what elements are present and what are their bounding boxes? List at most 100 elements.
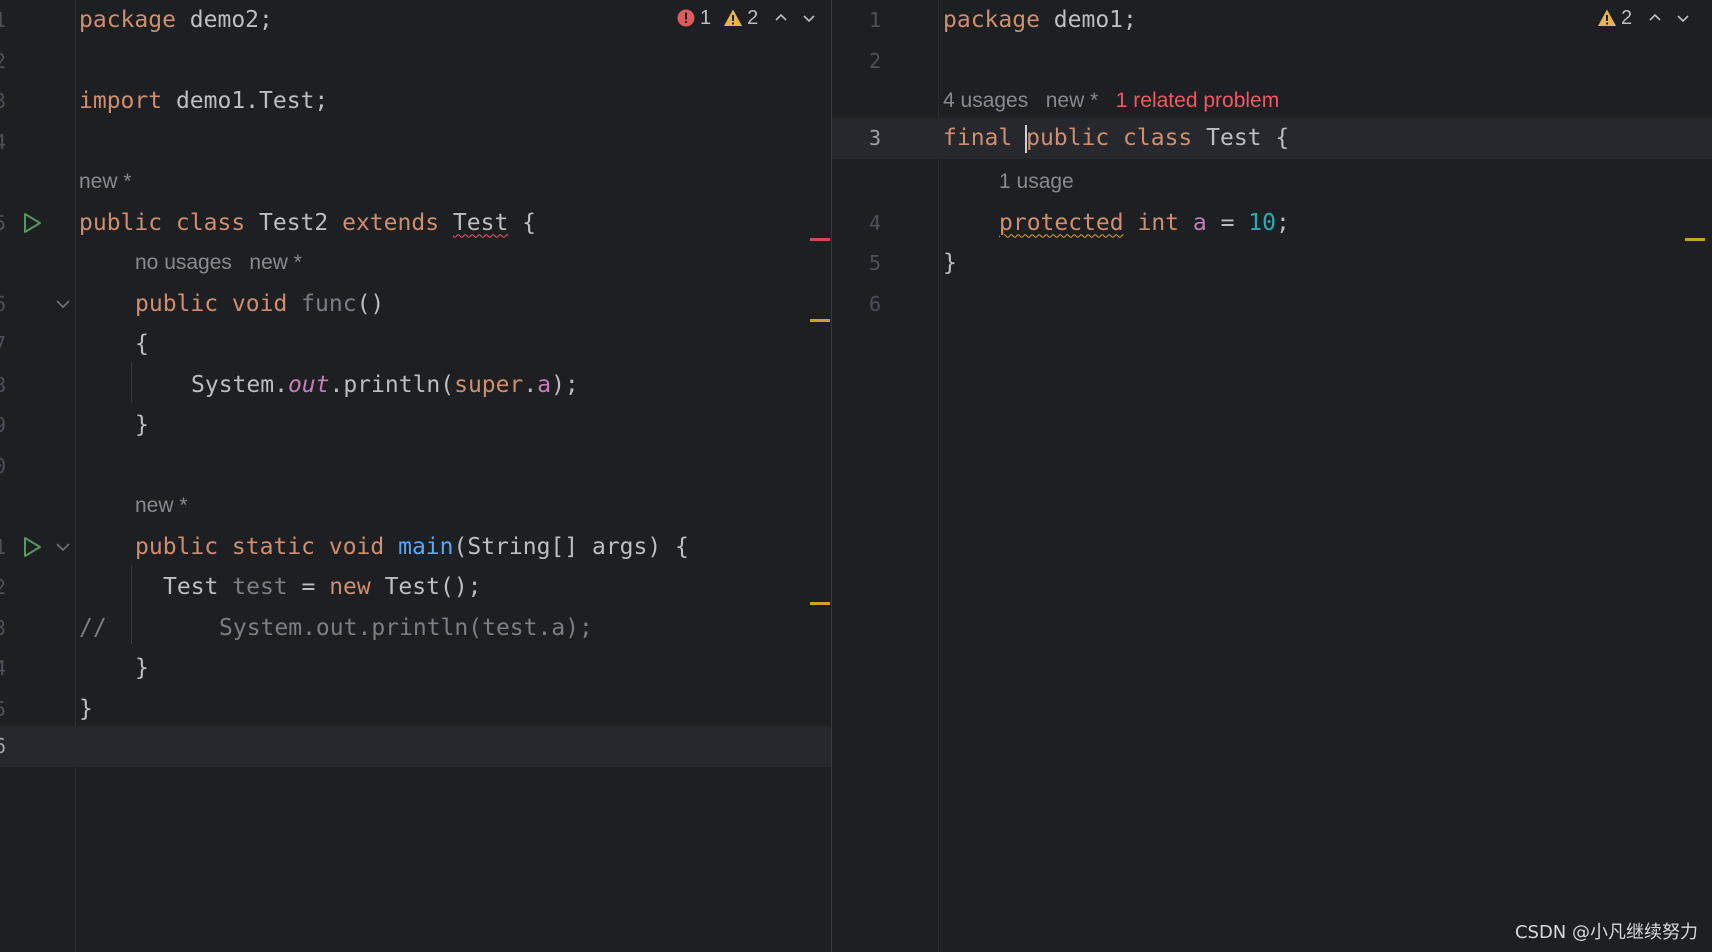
warning-stripe-marker[interactable]	[810, 602, 830, 605]
line-number: 6	[0, 734, 7, 758]
import-name: demo1.Test;	[162, 88, 329, 114]
right-editor-pane[interactable]: 1 package demo1; 2 4 usages new * 1 rela…	[832, 0, 1712, 952]
warning-count[interactable]: 2	[1597, 7, 1632, 30]
keyword: final	[943, 125, 1027, 151]
line-number: 1	[868, 8, 882, 32]
code-token: Test();	[370, 574, 482, 600]
line-number: 2	[0, 48, 7, 73]
code-line[interactable]: 2	[832, 41, 1712, 82]
keyword: public void	[135, 290, 288, 317]
code-text[interactable]: Test test = new Test();	[163, 567, 482, 608]
line-number: 3	[0, 89, 7, 113]
author-hint[interactable]: new *	[135, 486, 188, 527]
code-text[interactable]: public class Test2 extends Test {	[79, 203, 536, 244]
related-problem-link[interactable]: 1 related problem	[1116, 89, 1279, 112]
line-number: 0	[0, 453, 7, 478]
code-line[interactable]: 9 }	[0, 405, 831, 446]
code-text[interactable]: }	[135, 648, 149, 689]
fold-chevron-icon[interactable]	[54, 295, 72, 313]
code-text[interactable]: public void func()	[135, 284, 384, 325]
warning-count-text: 2	[1621, 6, 1633, 29]
warning-count[interactable]: 2	[723, 7, 758, 30]
code-line[interactable]: 2	[0, 41, 831, 82]
current-line[interactable]: 3 final public class Test {	[832, 118, 1712, 159]
code-line[interactable]: 3 import demo1.Test;	[0, 81, 831, 122]
code-line[interactable]: 2 Test test = new Test();	[0, 567, 831, 608]
code-text[interactable]: import demo1.Test;	[79, 81, 328, 122]
number-literal: 10	[1248, 209, 1276, 236]
code-line[interactable]: 1 public static void main(String[] args)…	[0, 527, 831, 568]
current-line[interactable]: 6	[0, 726, 831, 767]
inspection-widget[interactable]: 2	[1597, 6, 1694, 30]
parens: ()	[356, 290, 385, 317]
line-number: 4	[0, 656, 7, 680]
author-hint[interactable]: new *	[79, 162, 132, 203]
code-text[interactable]: package demo2;	[79, 0, 273, 41]
code-text[interactable]: }	[943, 243, 957, 284]
code-line[interactable]: 1 package demo1;	[832, 0, 1712, 41]
fold-chevron-icon[interactable]	[54, 538, 72, 556]
code-token: =	[287, 574, 330, 600]
code-line[interactable]: 4 protected int a = 10;	[832, 203, 1712, 244]
warning-stripe-marker[interactable]	[1685, 238, 1705, 241]
method-name: main	[384, 533, 454, 560]
left-editor-pane[interactable]: 1 package demo2; 2 3 import demo1.Test; …	[0, 0, 831, 952]
code-text[interactable]: System.out.println(super.a);	[191, 365, 579, 406]
code-line[interactable]: 0	[0, 446, 831, 487]
code-text[interactable]: public static void main(String[] args) {	[135, 527, 689, 568]
inlay-hint-row: no usages new *	[0, 243, 831, 284]
comment-prefix: //	[79, 614, 107, 641]
error-superclass[interactable]: Test	[453, 210, 508, 236]
warning-stripe-marker[interactable]	[810, 319, 830, 322]
warning-icon	[724, 9, 743, 26]
code-text[interactable]: {	[135, 324, 149, 365]
line-number: 5	[0, 210, 7, 235]
next-problem-button[interactable]	[798, 7, 820, 29]
field-name: a	[1192, 209, 1207, 236]
static-field: out	[287, 371, 330, 398]
error-count-text: 1	[700, 6, 712, 29]
next-problem-button[interactable]	[1672, 7, 1694, 29]
error-icon	[677, 9, 695, 27]
code-line[interactable]: 5 }	[832, 243, 1712, 284]
code-text[interactable]: }	[135, 405, 149, 446]
run-icon[interactable]	[20, 211, 44, 235]
code-line[interactable]: 6	[832, 284, 1712, 325]
line-number: 8	[0, 372, 7, 397]
run-icon[interactable]	[20, 535, 44, 559]
comment-text[interactable]: System.out.println(test.a);	[219, 608, 593, 649]
code-text[interactable]: protected int a = 10;	[999, 203, 1290, 244]
code-line[interactable]: 4 }	[0, 648, 831, 689]
previous-problem-button[interactable]	[770, 7, 792, 29]
inlay-hint-row: new *	[0, 486, 831, 527]
warning-count-text: 2	[747, 6, 759, 29]
inlay-hint-row: 4 usages new * 1 related problem	[832, 81, 1712, 122]
previous-problem-button[interactable]	[1644, 7, 1666, 29]
code-token: );	[551, 371, 579, 398]
usages-hint[interactable]: 1 usage	[999, 162, 1074, 203]
field: a	[537, 371, 552, 398]
code-line[interactable]: 5 }	[0, 689, 831, 730]
chevron-down-icon	[1677, 15, 1689, 23]
package-name: demo2;	[175, 7, 273, 33]
code-text[interactable]: }	[79, 689, 93, 730]
code-text[interactable]: final public class Test {	[943, 118, 1289, 159]
line-number: 5	[0, 696, 7, 721]
code-line[interactable]: 7 {	[0, 324, 831, 365]
indent-guide	[131, 566, 132, 644]
code-line[interactable]: 4	[0, 122, 831, 163]
code-line[interactable]: 5 public class Test2 extends Test {	[0, 203, 831, 244]
line-number: 4	[0, 129, 7, 154]
usages-hint[interactable]: 4 usages new * 1 related problem	[943, 81, 1279, 122]
line-number: 3	[868, 126, 882, 150]
line-number: 9	[0, 413, 7, 437]
code-line[interactable]: 3 // System.out.println(test.a);	[0, 608, 831, 649]
warning-keyword[interactable]: protected	[999, 210, 1124, 236]
code-line[interactable]: 8 System.out.println(super.a);	[0, 365, 831, 406]
error-stripe-marker[interactable]	[810, 238, 830, 241]
usages-hint[interactable]: no usages new *	[135, 243, 302, 284]
code-text[interactable]: package demo1;	[943, 0, 1137, 41]
code-line[interactable]: 6 public void func()	[0, 284, 831, 325]
error-count[interactable]: 1	[676, 7, 711, 30]
inspection-widget[interactable]: 1 2	[676, 6, 820, 30]
